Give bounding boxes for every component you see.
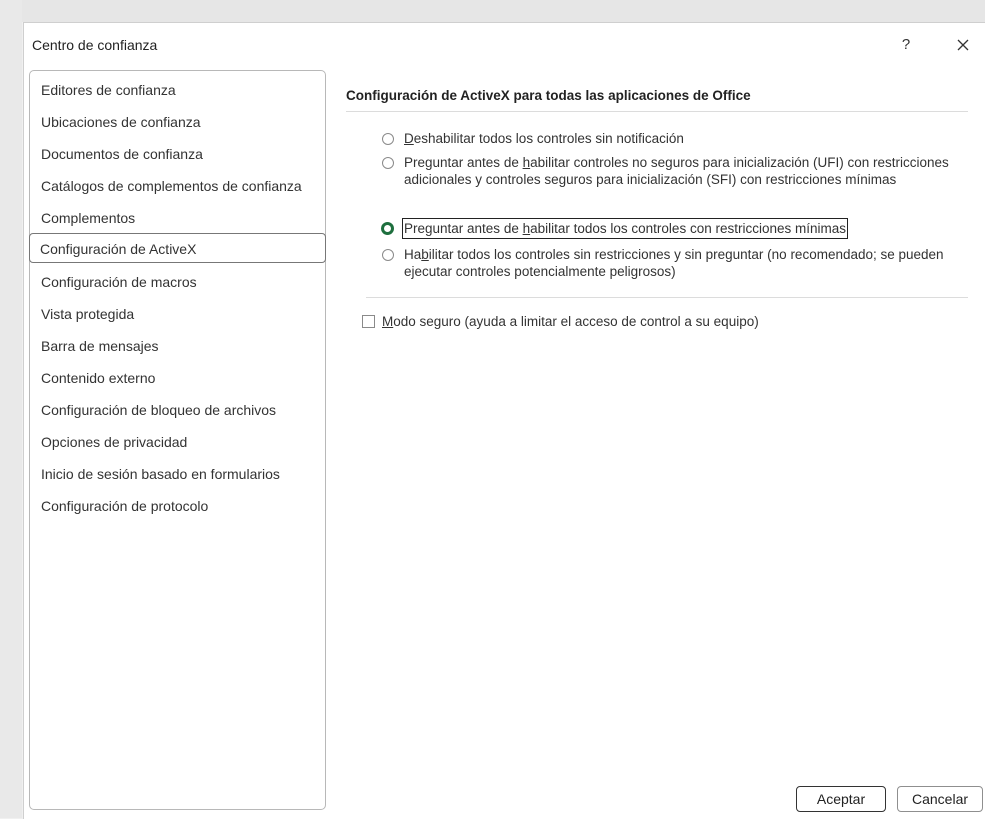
safe-mode-label[interactable]: Modo seguro (ayuda a limitar el acceso d… (382, 313, 759, 330)
category-list: Editores de confianza Ubicaciones de con… (29, 70, 326, 810)
nav-item-activex[interactable]: Configuración de ActiveX (29, 233, 326, 263)
close-icon (957, 39, 969, 51)
nav-item-vista-protegida[interactable]: Vista protegida (31, 299, 322, 329)
nav-item-contenido-externo[interactable]: Contenido externo (31, 363, 322, 393)
dialog-title: Centro de confianza (32, 37, 158, 53)
radio-button-selected[interactable] (381, 222, 394, 235)
nav-item-privacidad[interactable]: Opciones de privacidad (31, 427, 322, 457)
nav-item-protocolo[interactable]: Configuración de protocolo (31, 491, 322, 521)
cancel-button[interactable]: Cancelar (897, 786, 983, 812)
title-bar: Centro de confianza ? (24, 23, 985, 63)
nav-item-barra-mensajes[interactable]: Barra de mensajes (31, 331, 322, 361)
safe-mode-checkbox[interactable] (362, 315, 375, 328)
nav-item-catalogos[interactable]: Catálogos de complementos de confianza (31, 171, 322, 201)
nav-item-inicio-sesion[interactable]: Inicio de sesión basado en formularios (31, 459, 322, 489)
trust-center-dialog: Centro de confianza ? Editores de confia… (23, 22, 985, 819)
nav-item-complementos[interactable]: Complementos (31, 203, 322, 233)
options-divider (366, 297, 968, 298)
close-button[interactable] (948, 32, 978, 58)
option-label: Deshabilitar todos los controles sin not… (404, 131, 684, 146)
background-window-edge (0, 0, 22, 818)
section-title: Configuración de ActiveX para todas las … (346, 88, 751, 103)
background-window-strip (0, 0, 985, 22)
ok-button[interactable]: Aceptar (796, 786, 886, 812)
radio-button[interactable] (382, 157, 394, 169)
nav-item-editores[interactable]: Editores de confianza (31, 75, 322, 105)
radio-button[interactable] (382, 249, 394, 261)
help-button[interactable]: ? (892, 32, 920, 58)
radio-button[interactable] (382, 133, 394, 145)
nav-item-macros[interactable]: Configuración de macros (31, 267, 322, 297)
option-label: Preguntar antes de habilitar todos los c… (402, 218, 848, 239)
nav-item-documentos[interactable]: Documentos de confianza (31, 139, 322, 169)
section-divider (346, 111, 968, 112)
nav-item-bloqueo-archivos[interactable]: Configuración de bloqueo de archivos (31, 395, 322, 425)
option-label: Preguntar antes de habilitar controles n… (404, 155, 949, 187)
option-label: Habilitar todos los controles sin restri… (404, 247, 944, 279)
nav-item-ubicaciones[interactable]: Ubicaciones de confianza (31, 107, 322, 137)
